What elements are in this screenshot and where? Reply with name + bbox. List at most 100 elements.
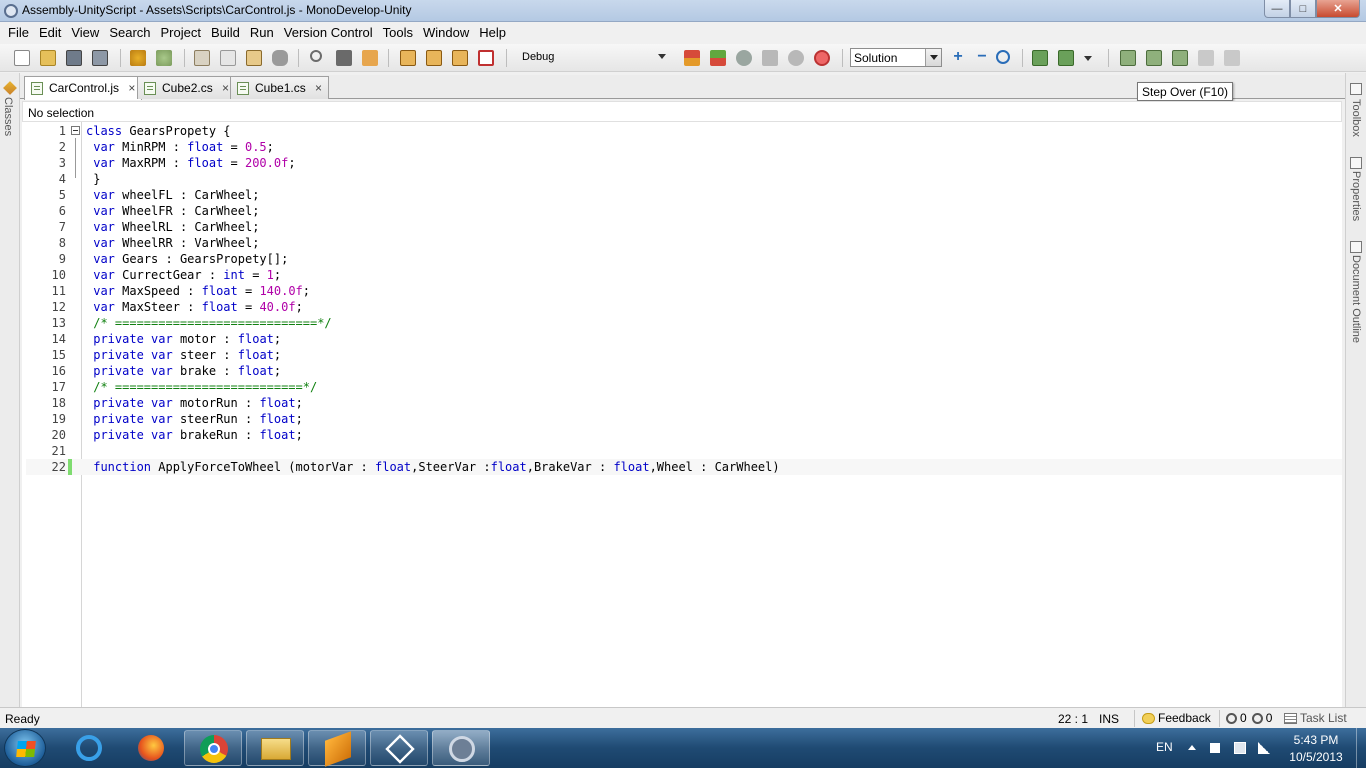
clear-bookmarks-icon[interactable] [478, 50, 494, 66]
code-line[interactable]: var WheelRL : CarWheel; [86, 219, 259, 235]
chevron-down-icon[interactable] [1084, 56, 1092, 61]
signal-strength-icon[interactable] [1258, 742, 1270, 754]
language-indicator[interactable]: EN [1156, 740, 1173, 754]
maximize-button[interactable]: □ [1290, 0, 1316, 18]
run-build-icon[interactable] [1032, 50, 1048, 66]
code-line[interactable]: var wheelFL : CarWheel; [86, 187, 259, 203]
menu-edit[interactable]: Edit [34, 22, 66, 43]
feedback-button[interactable]: Feedback [1142, 711, 1211, 725]
menu-build[interactable]: Build [206, 22, 245, 43]
chevron-down-icon[interactable] [925, 49, 941, 66]
document-outline-icon[interactable] [1350, 241, 1362, 253]
menu-run[interactable]: Run [245, 22, 279, 43]
code-line[interactable]: var MaxSteer : float = 40.0f; [86, 299, 303, 315]
copy-icon[interactable] [220, 50, 236, 66]
task-list-button[interactable]: Task List [1284, 711, 1347, 725]
menu-help[interactable]: Help [474, 22, 511, 43]
code-line[interactable]: private var brake : float; [86, 363, 281, 379]
tab-cube2-cs[interactable]: Cube2.cs × [137, 76, 237, 99]
classes-pad-label[interactable]: Classes [2, 97, 14, 136]
step-into-icon[interactable] [1146, 50, 1162, 66]
firefox-taskbar-button[interactable] [122, 730, 180, 766]
start-button[interactable] [4, 729, 46, 767]
menu-window[interactable]: Window [418, 22, 474, 43]
open-folder-icon[interactable] [40, 50, 56, 66]
network-adapter-icon[interactable] [1234, 742, 1246, 754]
menu-file[interactable]: File [3, 22, 34, 43]
explorer-taskbar-button[interactable] [246, 730, 304, 766]
code-line[interactable]: /* ==========================*/ [86, 379, 317, 395]
code-line[interactable]: class GearsPropety { [86, 123, 231, 139]
code-line[interactable]: var MaxRPM : float = 200.0f; [86, 155, 295, 171]
errors-warnings-indicator[interactable]: 0 0 [1226, 711, 1272, 725]
code-line[interactable]: var WheelFR : CarWheel; [86, 203, 259, 219]
close-tab-icon[interactable]: × [222, 81, 229, 95]
menu-view[interactable]: View [66, 22, 104, 43]
undo-icon[interactable] [130, 50, 146, 66]
cut-icon[interactable] [194, 50, 210, 66]
code-line[interactable]: var CurrectGear : int = 1; [86, 267, 281, 283]
show-next-statement-icon[interactable] [1224, 50, 1240, 66]
rebuild-icon[interactable] [710, 50, 726, 66]
new-file-icon[interactable] [14, 50, 30, 66]
solution-selector[interactable]: Solution [850, 48, 942, 67]
options-icon[interactable] [996, 50, 1010, 64]
code-line[interactable]: private var steer : float; [86, 347, 281, 363]
delete-icon[interactable] [272, 50, 288, 66]
toolbox-icon[interactable] [1350, 83, 1362, 95]
close-tab-icon[interactable]: × [315, 81, 322, 95]
minimize-button[interactable]: — [1264, 0, 1290, 18]
run-to-cursor-icon[interactable] [1198, 50, 1214, 66]
save-icon[interactable] [66, 50, 82, 66]
continue-icon[interactable] [788, 50, 804, 66]
close-button[interactable]: ✕ [1316, 0, 1360, 18]
code-line[interactable]: private var motorRun : float; [86, 395, 303, 411]
tab-cube1-cs[interactable]: Cube1.cs × [230, 76, 330, 99]
monodevelop-taskbar-button[interactable] [432, 730, 490, 766]
close-tab-icon[interactable]: × [128, 81, 135, 95]
save-all-icon[interactable] [92, 50, 108, 66]
next-bookmark-icon[interactable] [452, 50, 468, 66]
find-in-files-icon[interactable] [336, 50, 352, 66]
show-hidden-icons-icon[interactable] [1188, 745, 1196, 750]
redo-icon[interactable] [156, 50, 172, 66]
code-line[interactable]: /* ============================*/ [86, 315, 331, 331]
action-center-flag-icon[interactable] [1210, 743, 1220, 753]
document-outline-pad-label[interactable]: Document Outline [1350, 255, 1362, 343]
show-desktop-button[interactable] [1356, 728, 1366, 768]
unity-taskbar-button[interactable] [370, 730, 428, 766]
menu-project[interactable]: Project [156, 22, 206, 43]
add-icon[interactable]: + [950, 49, 966, 66]
code-line[interactable]: private var steerRun : float; [86, 411, 303, 427]
code-line[interactable]: } [86, 171, 100, 187]
attach-icon[interactable] [736, 50, 752, 66]
sublime-taskbar-button[interactable] [308, 730, 366, 767]
clock-date[interactable]: 10/5/2013 [1286, 750, 1346, 764]
code-line[interactable]: private var brakeRun : float; [86, 427, 303, 443]
code-line[interactable]: var MinRPM : float = 0.5; [86, 139, 274, 155]
monodevelop-app-icon[interactable] [4, 4, 18, 18]
code-line[interactable]: var MaxSpeed : float = 140.0f; [86, 283, 310, 299]
toggle-bookmark-icon[interactable] [400, 50, 416, 66]
build-icon[interactable] [684, 50, 700, 66]
properties-pad-label[interactable]: Properties [1350, 171, 1362, 221]
step-over-icon[interactable] [1120, 50, 1136, 66]
toolbox-pad-label[interactable]: Toolbox [1350, 99, 1362, 137]
code-line[interactable]: var Gears : GearsPropety[]; [86, 251, 288, 267]
code-line-current[interactable]: function ApplyForceToWheel (motorVar : f… [86, 459, 779, 475]
step-out-icon[interactable] [1172, 50, 1188, 66]
code-line[interactable]: var WheelRR : VarWheel; [86, 235, 259, 251]
clock-time[interactable]: 5:43 PM [1286, 733, 1346, 747]
previous-bookmark-icon[interactable] [426, 50, 442, 66]
code-content[interactable]: 1 class GearsPropety { 2 var MinRPM : flo… [26, 123, 1342, 475]
run-config-icon[interactable] [1058, 50, 1074, 66]
properties-icon[interactable] [1350, 157, 1362, 169]
replace-icon[interactable] [362, 50, 378, 66]
pause-icon[interactable] [762, 50, 778, 66]
internet-explorer-taskbar-button[interactable] [60, 730, 118, 766]
fold-collapse-icon[interactable] [71, 126, 80, 135]
find-icon[interactable] [310, 50, 322, 62]
chrome-taskbar-button[interactable] [184, 730, 242, 766]
path-bar[interactable]: No selection [22, 101, 1342, 122]
paste-icon[interactable] [246, 50, 262, 66]
